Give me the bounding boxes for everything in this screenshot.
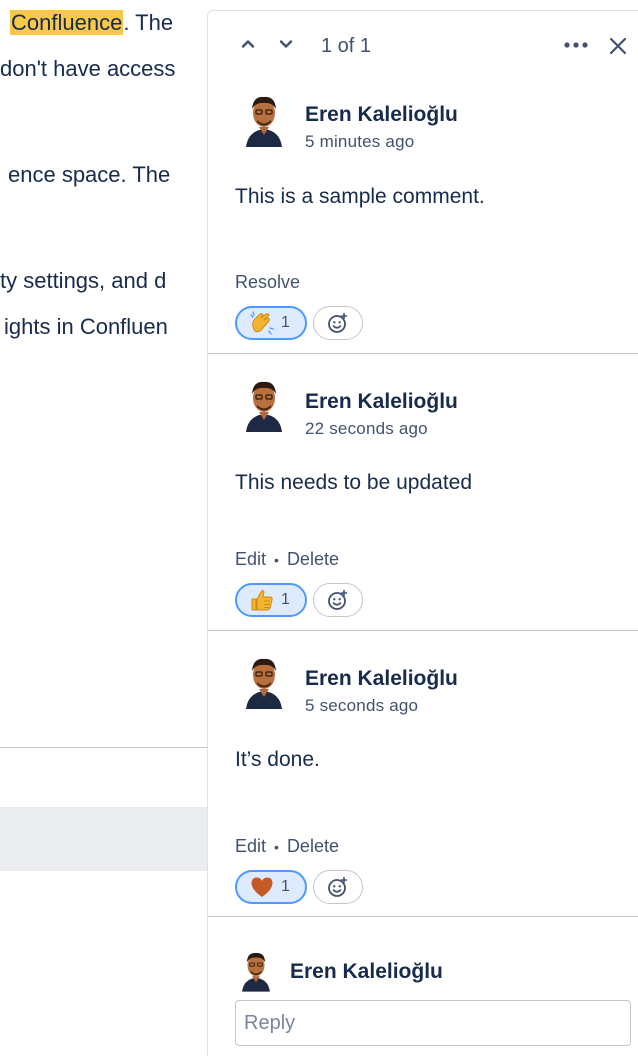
document-line: don't have access xyxy=(0,56,176,81)
delete-button[interactable]: Delete xyxy=(287,836,339,857)
reaction-count: 1 xyxy=(281,591,290,608)
avatar xyxy=(242,952,270,992)
more-options-button[interactable] xyxy=(562,35,590,55)
edit-button[interactable]: Edit xyxy=(235,836,266,857)
comment-body: This is a sample comment. xyxy=(235,185,485,208)
comment-timestamp: 22 seconds ago xyxy=(305,419,428,438)
divider xyxy=(0,747,207,748)
comment-actions: Edit • Delete xyxy=(235,549,339,570)
comment-separator xyxy=(208,916,638,917)
chevron-down-icon xyxy=(279,40,293,48)
separator-dot: • xyxy=(274,838,279,855)
document-line: ence space. The xyxy=(8,162,171,187)
close-icon xyxy=(609,37,627,55)
add-emoji-icon xyxy=(328,589,348,610)
delete-button[interactable]: Delete xyxy=(287,549,339,570)
comment-actions: Resolve xyxy=(235,272,300,293)
comment-body: This needs to be updated xyxy=(235,471,473,494)
reactions: 1 xyxy=(235,306,363,342)
close-button[interactable] xyxy=(607,35,629,57)
document-background: Confluence. The don't have access ence s… xyxy=(0,0,207,1055)
comment-timestamp: 5 minutes ago xyxy=(305,132,415,151)
more-icon xyxy=(564,42,588,48)
comment-panel: 1 of 1 Eren Kalelioğlu 5 minutes ago Thi… xyxy=(207,10,638,1056)
next-comment-button[interactable] xyxy=(275,33,297,55)
reaction-count: 1 xyxy=(281,314,290,331)
comment-body: It’s done. xyxy=(235,748,320,771)
add-reaction-button[interactable] xyxy=(313,870,363,904)
edit-button[interactable]: Edit xyxy=(235,549,266,570)
document-line: ty settings, and d xyxy=(0,268,167,293)
chevron-up-icon xyxy=(241,40,255,48)
add-emoji-icon xyxy=(328,312,348,333)
resolve-button[interactable]: Resolve xyxy=(235,272,300,293)
reaction-clapping-hands[interactable]: 1 xyxy=(235,306,307,340)
document-text: . The xyxy=(123,10,174,35)
comment-author[interactable]: Eren Kalelioğlu xyxy=(305,667,458,691)
add-emoji-icon xyxy=(328,876,348,897)
avatar xyxy=(246,96,282,147)
previous-comment-button[interactable] xyxy=(237,33,259,55)
comment-separator xyxy=(208,353,638,354)
reply-input[interactable] xyxy=(235,1000,631,1046)
reaction-thumbs-up[interactable]: 1 xyxy=(235,583,307,617)
clapping-hands-icon xyxy=(250,311,274,335)
document-line: Confluence. The xyxy=(10,10,207,36)
reply-author: Eren Kalelioğlu xyxy=(290,960,443,983)
panel-header: 1 of 1 xyxy=(208,11,638,81)
avatar xyxy=(246,381,282,432)
reactions: 1 xyxy=(235,870,363,906)
reaction-count: 1 xyxy=(281,878,290,895)
add-reaction-button[interactable] xyxy=(313,583,363,617)
avatar xyxy=(246,658,282,709)
comment-author[interactable]: Eren Kalelioğlu xyxy=(305,103,458,127)
heart-icon xyxy=(251,877,273,897)
thumbs-up-icon xyxy=(251,590,273,611)
comment-counter: 1 of 1 xyxy=(321,35,372,57)
comment-actions: Edit • Delete xyxy=(235,836,339,857)
document-line: ights in Confluen xyxy=(4,314,168,339)
comment-author[interactable]: Eren Kalelioğlu xyxy=(305,390,458,414)
separator-dot: • xyxy=(274,551,279,568)
comment-separator xyxy=(208,630,638,631)
reaction-heart[interactable]: 1 xyxy=(235,870,307,904)
highlighted-text[interactable]: Confluence xyxy=(10,10,124,35)
footer-band xyxy=(0,807,207,871)
add-reaction-button[interactable] xyxy=(313,306,363,340)
comment-timestamp: 5 seconds ago xyxy=(305,696,419,715)
reactions: 1 xyxy=(235,583,363,619)
